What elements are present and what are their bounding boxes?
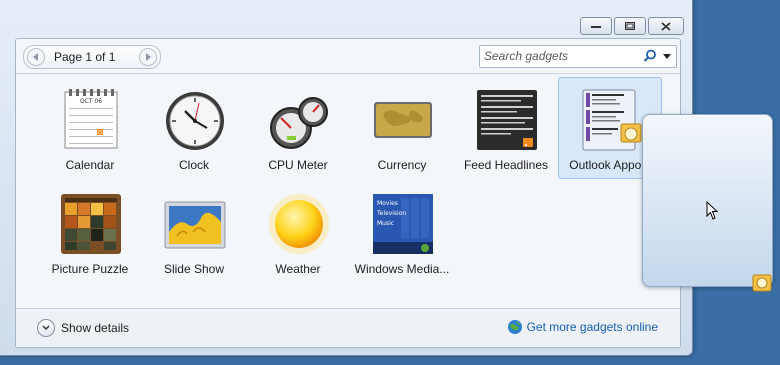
search-icon[interactable] xyxy=(643,49,657,63)
gadget-label: Calendar xyxy=(65,158,115,172)
gallery-panel: Page 1 of 1 Search gadgets OCT 06 25 Cal… xyxy=(15,38,681,348)
minimize-button[interactable] xyxy=(580,17,612,35)
gadget-slide-show[interactable]: Slide Show xyxy=(142,181,246,283)
search-input[interactable] xyxy=(484,48,634,64)
get-more-gadgets-link[interactable]: Get more gadgets online xyxy=(507,319,658,335)
gadget-label: Clock xyxy=(178,158,209,172)
outlook-appointments-icon xyxy=(582,89,642,151)
gallery-footer: Show details Get more gadgets online xyxy=(16,308,680,347)
restore-button[interactable] xyxy=(614,17,646,35)
gadget-gallery-window: Page 1 of 1 Search gadgets OCT 06 25 Cal… xyxy=(0,0,693,356)
gallery-toolbar: Page 1 of 1 xyxy=(16,39,680,74)
gadget-picture-puzzle[interactable]: Picture Puzzle xyxy=(38,181,142,283)
slide-show-icon xyxy=(164,201,226,249)
calendar-today: 25 xyxy=(97,130,103,136)
restore-icon xyxy=(625,22,635,30)
calendar-month: OCT 06 xyxy=(80,98,102,105)
caption-buttons xyxy=(580,17,684,35)
picture-puzzle-icon xyxy=(61,194,121,254)
cpu-meter-icon xyxy=(270,97,328,149)
calendar-icon: OCT 06 25 xyxy=(64,89,118,149)
gadget-weather[interactable]: Weather xyxy=(246,181,350,283)
chevron-down-icon xyxy=(37,319,55,337)
previous-page-button[interactable] xyxy=(27,48,45,66)
wmc-menu-item: Movies xyxy=(377,200,398,207)
wmc-menu-item: Music xyxy=(377,220,394,227)
gadget-calendar[interactable]: OCT 06 25 Calendar xyxy=(38,77,142,179)
outlook-drag-icon xyxy=(752,274,772,292)
gadget-label: Weather xyxy=(275,262,321,276)
currency-icon xyxy=(374,102,432,138)
wmc-menu-item: Television xyxy=(376,210,406,217)
globe-icon xyxy=(507,320,522,334)
search-box xyxy=(479,45,677,68)
minimize-icon xyxy=(591,26,601,28)
next-page-button[interactable] xyxy=(139,48,157,66)
chevron-right-icon xyxy=(146,53,151,61)
gadget-label: Currency xyxy=(377,158,427,172)
gadget-label: Slide Show xyxy=(163,262,225,276)
close-button[interactable] xyxy=(648,17,684,35)
page-navigator: Page 1 of 1 xyxy=(23,45,161,69)
gadget-grid: OCT 06 25 Calendar Clock CPU Meter Curre… xyxy=(16,74,680,299)
get-more-gadgets-label: Get more gadgets online xyxy=(526,320,658,334)
gadget-feed-headlines[interactable]: Feed Headlines xyxy=(454,77,558,179)
gadget-label: Picture Puzzle xyxy=(51,262,129,276)
windows-media-center-icon: Movies Television Music xyxy=(373,194,433,254)
gadget-currency[interactable]: Currency xyxy=(350,77,454,179)
gadget-cpu-meter[interactable]: CPU Meter xyxy=(246,77,350,179)
show-details-label: Show details xyxy=(61,321,130,335)
clock-icon xyxy=(166,92,224,150)
weather-icon xyxy=(269,194,329,254)
mouse-cursor-icon xyxy=(706,201,719,220)
chevron-left-icon xyxy=(33,53,38,61)
gadget-label: Feed Headlines xyxy=(463,158,549,172)
chevron-down-icon[interactable] xyxy=(663,54,671,59)
gadget-clock[interactable]: Clock xyxy=(142,77,246,179)
page-indicator: Page 1 of 1 xyxy=(54,50,116,64)
gadget-label: Windows Media... xyxy=(354,262,450,276)
show-details-toggle[interactable]: Show details xyxy=(37,319,129,337)
feed-headlines-icon xyxy=(477,90,537,150)
gadget-label: CPU Meter xyxy=(268,158,328,172)
close-icon xyxy=(661,21,671,31)
gadget-windows-media-center[interactable]: Movies Television Music Windows Media... xyxy=(350,181,454,283)
